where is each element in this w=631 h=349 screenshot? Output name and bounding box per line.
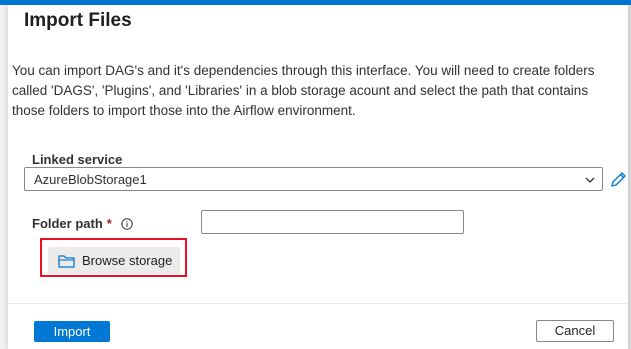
folder-path-input[interactable] — [201, 210, 464, 234]
chevron-down-icon — [585, 177, 595, 183]
required-marker: * — [106, 216, 112, 231]
import-button[interactable]: Import — [34, 321, 110, 342]
folder-path-label-text: Folder path — [32, 216, 103, 231]
dialog-description: You can import DAG's and it's dependenci… — [12, 63, 595, 118]
folder-icon — [58, 254, 75, 268]
cancel-button[interactable]: Cancel — [536, 320, 614, 342]
dialog-title: Import Files — [24, 10, 132, 31]
background-left — [0, 5, 8, 349]
browse-storage-button[interactable]: Browse storage — [48, 247, 180, 274]
folder-path-label: Folder path * — [32, 216, 134, 231]
linked-service-label: Linked service — [32, 152, 123, 167]
linked-service-select[interactable]: AzureBlobStorage1 — [24, 167, 603, 191]
pencil-icon[interactable] — [609, 169, 629, 189]
footer-divider — [8, 303, 628, 304]
linked-service-value: AzureBlobStorage1 — [34, 172, 147, 187]
info-icon[interactable] — [121, 218, 134, 230]
browse-storage-label: Browse storage — [82, 253, 173, 268]
